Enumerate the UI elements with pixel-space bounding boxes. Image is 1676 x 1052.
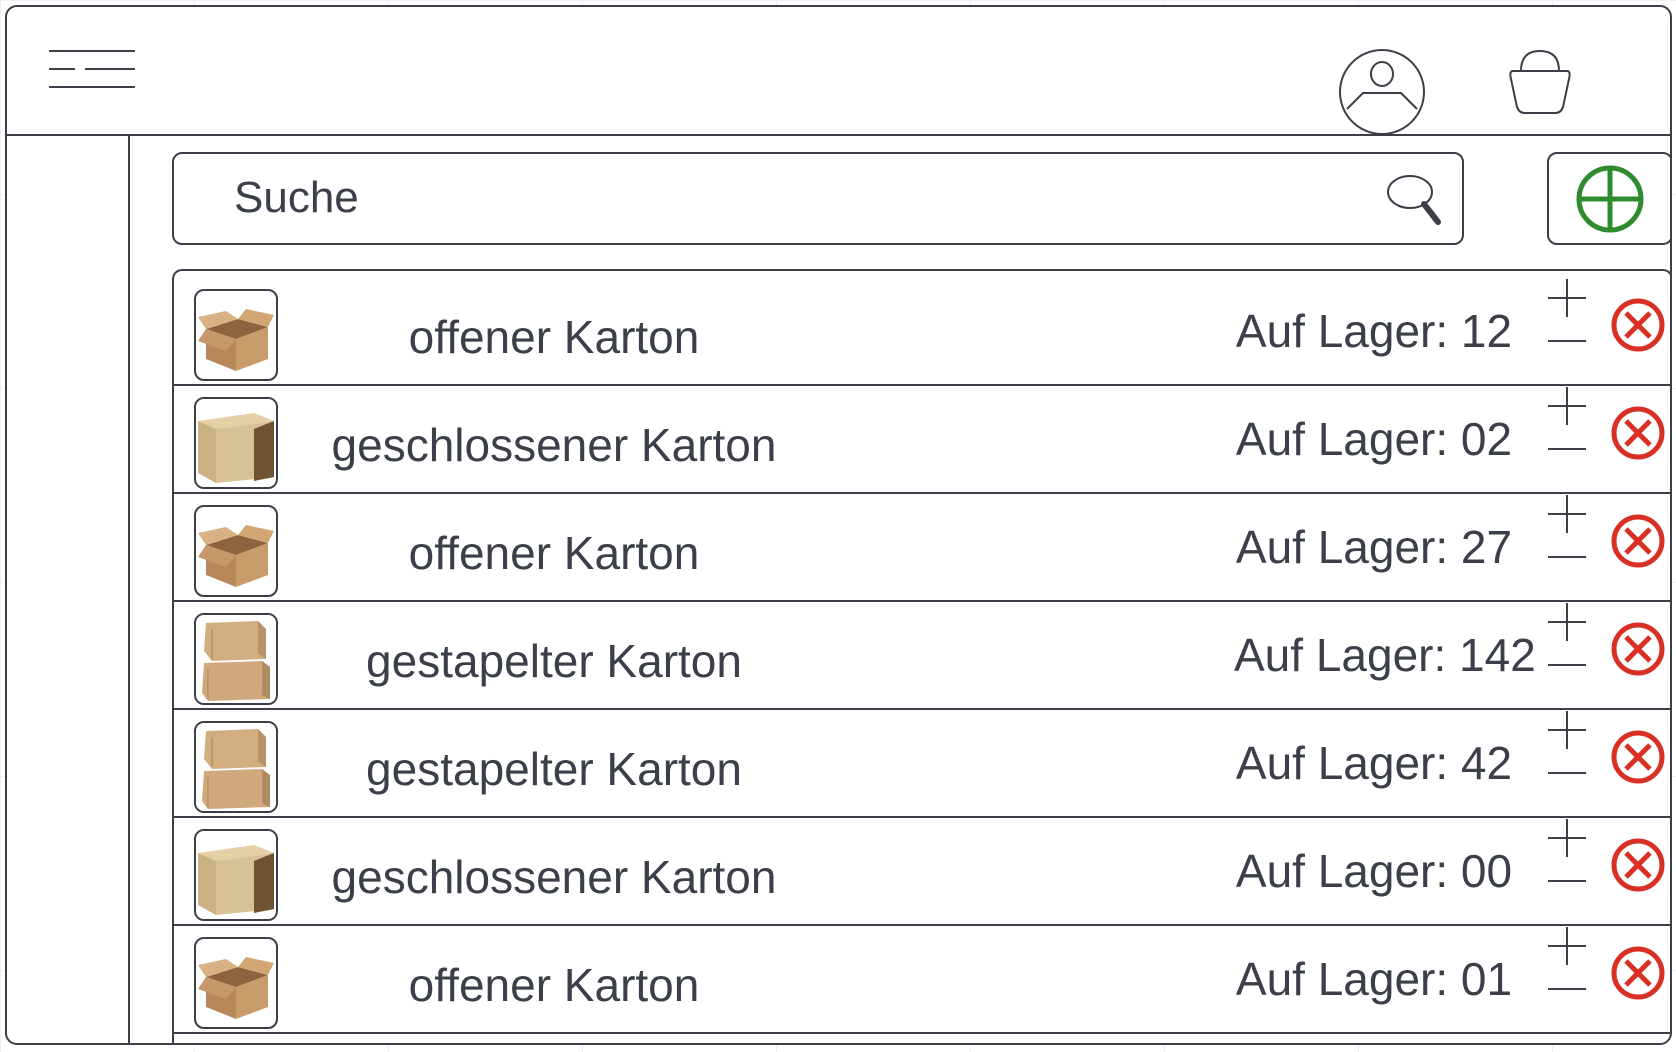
plus-icon bbox=[1548, 279, 1586, 317]
magnifier-icon[interactable] bbox=[1384, 170, 1446, 228]
delete-item-button[interactable] bbox=[1610, 297, 1666, 353]
search-bar bbox=[172, 152, 1464, 245]
decrease-stock-button[interactable] bbox=[1544, 329, 1590, 349]
item-name: offener Karton bbox=[408, 311, 700, 363]
item-name: geschlossener Karton bbox=[331, 851, 777, 903]
plus-icon bbox=[1548, 495, 1586, 533]
stock-count: Auf Lager: 27 bbox=[1235, 521, 1513, 573]
delete-x-icon bbox=[1611, 622, 1665, 676]
stock-count: Auf Lager: 00 bbox=[1235, 845, 1513, 897]
inventory-row: geschlossener Karton Auf Lager: 00 bbox=[174, 811, 1670, 926]
open-box-image bbox=[194, 937, 278, 1029]
item-name: offener Karton bbox=[408, 959, 700, 1011]
inventory-row: geschlossener Karton Auf Lager: 02 bbox=[174, 379, 1670, 494]
increase-stock-button[interactable] bbox=[1544, 599, 1590, 645]
add-item-button[interactable] bbox=[1547, 152, 1670, 245]
delete-x-icon bbox=[1611, 730, 1665, 784]
plus-icon bbox=[1548, 387, 1586, 425]
closed-box-image bbox=[194, 829, 278, 921]
item-name: offener Karton bbox=[408, 527, 700, 579]
delete-x-icon bbox=[1611, 838, 1665, 892]
plus-icon bbox=[1548, 711, 1586, 749]
inventory-row: gestapelter Karton Auf Lager: 142 bbox=[174, 595, 1670, 710]
delete-item-button[interactable] bbox=[1610, 837, 1666, 893]
app-window: offener Karton Auf Lager: 12 geschlossen… bbox=[5, 5, 1672, 1045]
stock-count: Auf Lager: 02 bbox=[1235, 413, 1513, 465]
minus-icon bbox=[1548, 880, 1586, 882]
minus-icon bbox=[1548, 340, 1586, 342]
increase-stock-button[interactable] bbox=[1544, 383, 1590, 429]
inventory-row: offener Karton Auf Lager: 12 bbox=[174, 271, 1670, 386]
item-name: geschlossener Karton bbox=[331, 419, 777, 471]
closed-box-image bbox=[194, 397, 278, 489]
plus-icon bbox=[1548, 927, 1586, 965]
stacked-boxes-image bbox=[194, 613, 278, 705]
minus-icon bbox=[1548, 448, 1586, 450]
increase-stock-button[interactable] bbox=[1544, 923, 1590, 969]
add-circle-icon bbox=[1576, 165, 1644, 232]
sidebar bbox=[7, 136, 130, 1043]
minus-icon bbox=[1548, 772, 1586, 774]
decrease-stock-button[interactable] bbox=[1544, 869, 1590, 889]
open-box-image bbox=[194, 505, 278, 597]
delete-x-icon bbox=[1611, 514, 1665, 568]
open-box-image bbox=[194, 289, 278, 381]
hamburger-menu-icon[interactable] bbox=[47, 47, 137, 92]
decrease-stock-button[interactable] bbox=[1544, 977, 1590, 997]
inventory-list: offener Karton Auf Lager: 12 geschlossen… bbox=[172, 269, 1670, 1043]
delete-item-button[interactable] bbox=[1610, 621, 1666, 677]
inventory-row: gestapelter Karton Auf Lager: 42 bbox=[174, 703, 1670, 818]
stacked-boxes-image bbox=[194, 721, 278, 813]
decrease-stock-button[interactable] bbox=[1544, 761, 1590, 781]
stock-count: Auf Lager: 142 bbox=[1234, 629, 1536, 681]
search-input[interactable] bbox=[204, 168, 1364, 228]
stock-count: Auf Lager: 42 bbox=[1235, 737, 1513, 789]
delete-x-icon bbox=[1611, 298, 1665, 352]
item-name: gestapelter Karton bbox=[366, 743, 742, 795]
decrease-stock-button[interactable] bbox=[1544, 545, 1590, 565]
minus-icon bbox=[1548, 664, 1586, 666]
inventory-row: offener Karton Auf Lager: 27 bbox=[174, 487, 1670, 602]
basket-icon[interactable] bbox=[1507, 47, 1573, 119]
user-profile-icon[interactable] bbox=[1337, 47, 1427, 137]
decrease-stock-button[interactable] bbox=[1544, 653, 1590, 673]
delete-item-button[interactable] bbox=[1610, 945, 1666, 1001]
delete-x-icon bbox=[1611, 406, 1665, 460]
minus-icon bbox=[1548, 556, 1586, 558]
minus-icon bbox=[1548, 988, 1586, 990]
increase-stock-button[interactable] bbox=[1544, 275, 1590, 321]
plus-icon bbox=[1548, 819, 1586, 857]
stock-count: Auf Lager: 01 bbox=[1235, 953, 1513, 1005]
delete-item-button[interactable] bbox=[1610, 729, 1666, 785]
delete-item-button[interactable] bbox=[1610, 405, 1666, 461]
delete-x-icon bbox=[1611, 946, 1665, 1000]
increase-stock-button[interactable] bbox=[1544, 491, 1590, 537]
decrease-stock-button[interactable] bbox=[1544, 437, 1590, 457]
item-name: gestapelter Karton bbox=[366, 635, 742, 687]
increase-stock-button[interactable] bbox=[1544, 707, 1590, 753]
plus-icon bbox=[1548, 603, 1586, 641]
inventory-row: offener Karton Auf Lager: 01 bbox=[174, 919, 1670, 1034]
stock-count: Auf Lager: 12 bbox=[1235, 305, 1513, 357]
increase-stock-button[interactable] bbox=[1544, 815, 1590, 861]
top-bar bbox=[7, 7, 1670, 136]
delete-item-button[interactable] bbox=[1610, 513, 1666, 569]
